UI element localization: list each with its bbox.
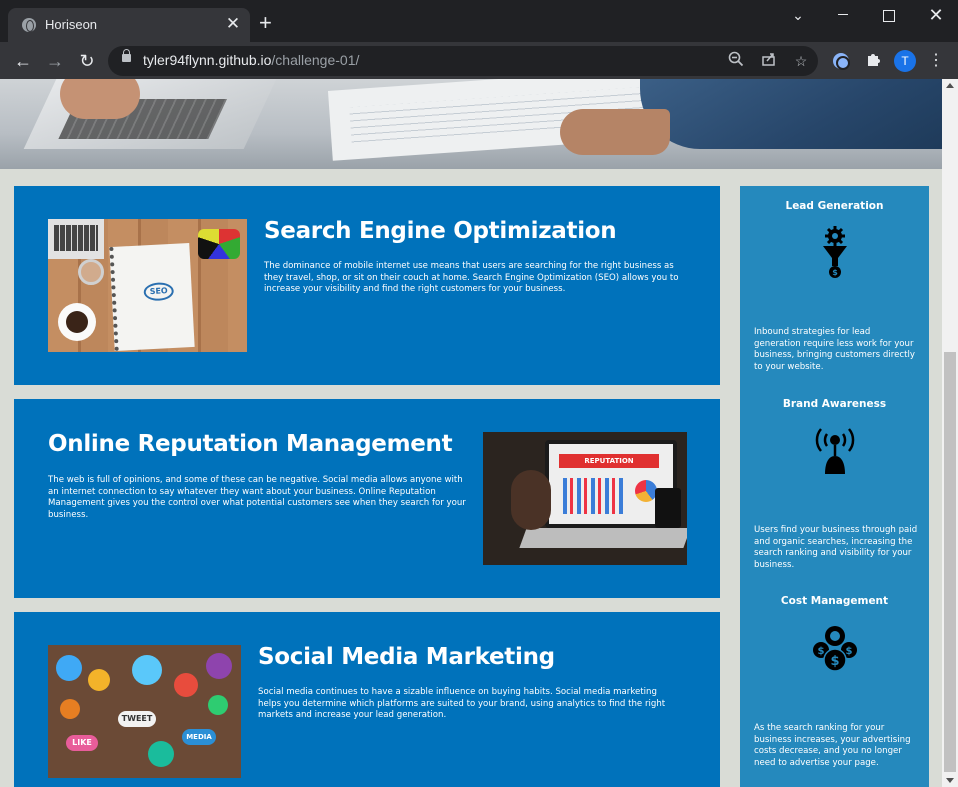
seo-badge: SEO bbox=[143, 281, 175, 302]
zoom-icon[interactable] bbox=[726, 51, 746, 71]
reputation-banner: REPUTATION bbox=[559, 454, 659, 468]
browser-toolbar: ← → ↻ tyler94flynn.github.io/challenge-0… bbox=[0, 42, 958, 79]
section-online-reputation: Online Reputation Management The web is … bbox=[14, 399, 720, 598]
section-body: The web is full of opinions, and some of… bbox=[48, 475, 466, 520]
section-body: The dominance of mobile internet use mea… bbox=[264, 261, 679, 294]
section-social-media: TWEET LIKE MEDIA Social Media Marketing … bbox=[14, 612, 720, 787]
social-bubble bbox=[56, 655, 82, 681]
minimize-button[interactable] bbox=[828, 4, 858, 26]
globe-icon bbox=[22, 18, 36, 32]
social-bubble bbox=[208, 695, 228, 715]
url-domain: tyler94flynn.github.io bbox=[143, 52, 272, 68]
back-arrow-icon[interactable]: ← bbox=[9, 47, 37, 75]
svg-text:$: $ bbox=[832, 268, 838, 277]
section-title: Online Reputation Management bbox=[48, 431, 453, 457]
seo-image: SEO bbox=[48, 219, 247, 352]
page-scrollbar[interactable] bbox=[942, 79, 958, 787]
bookmark-star-icon[interactable]: ☆ bbox=[791, 51, 811, 71]
benefit-title-lead-generation: Lead Generation bbox=[785, 200, 884, 212]
scroll-down-arrow-icon[interactable] bbox=[946, 778, 954, 783]
pie-graphic bbox=[635, 480, 657, 502]
social-media-image: TWEET LIKE MEDIA bbox=[48, 645, 241, 778]
seo-notebook: SEO bbox=[109, 242, 195, 352]
section-seo: SEO Search Engine Optimization The domin… bbox=[14, 186, 720, 385]
reload-icon[interactable]: ↻ bbox=[73, 47, 101, 75]
coffee-cup bbox=[58, 303, 96, 341]
hero-image bbox=[0, 79, 942, 169]
new-tab-button[interactable]: + bbox=[259, 12, 272, 34]
social-bubble bbox=[88, 669, 110, 691]
laptop-keyboard bbox=[519, 528, 687, 548]
benefit-body-lead-generation: Inbound strategies for lead generation r… bbox=[754, 327, 915, 372]
svg-text:$: $ bbox=[818, 646, 825, 657]
forward-arrow-icon[interactable]: → bbox=[41, 47, 69, 75]
url-path: /challenge-01/ bbox=[271, 52, 360, 68]
tab-strip: Horiseon ✕ + ⌄ ✕ bbox=[0, 0, 958, 42]
social-bubble bbox=[148, 741, 174, 767]
tab-close-icon[interactable]: ✕ bbox=[224, 15, 242, 33]
extension-clock-icon[interactable] bbox=[831, 51, 851, 71]
like-tag: LIKE bbox=[66, 735, 98, 751]
menu-kebab-icon[interactable]: ⋮ bbox=[928, 51, 944, 71]
social-bubble bbox=[206, 653, 232, 679]
media-tag: MEDIA bbox=[182, 729, 216, 745]
cloud-bubble bbox=[132, 655, 162, 685]
svg-text:$: $ bbox=[830, 654, 839, 669]
url-text[interactable]: tyler94flynn.github.io/challenge-01/ bbox=[143, 52, 359, 68]
benefit-body-brand-awareness: Users find your business through paid an… bbox=[754, 525, 918, 570]
address-bar[interactable]: tyler94flynn.github.io/challenge-01/ ☆ bbox=[108, 46, 818, 76]
pen-holder bbox=[198, 229, 240, 259]
tab-title: Horiseon bbox=[45, 17, 98, 32]
coffee-cup bbox=[655, 488, 681, 528]
benefit-title-brand-awareness: Brand Awareness bbox=[782, 398, 887, 410]
benefit-body-cost-management: As the search ranking for your business … bbox=[754, 723, 911, 768]
benefit-title-cost-management: Cost Management bbox=[780, 595, 889, 607]
section-body: Social media continues to have a sizable… bbox=[258, 687, 666, 720]
social-bubble bbox=[174, 673, 198, 697]
close-window-button[interactable]: ✕ bbox=[921, 4, 951, 26]
hero-arm bbox=[640, 79, 942, 149]
share-icon[interactable] bbox=[759, 51, 779, 71]
reputation-image: REPUTATION bbox=[483, 432, 687, 565]
extensions-puzzle-icon[interactable] bbox=[863, 51, 883, 71]
dollar-gears-icon: $ $ $ bbox=[807, 620, 863, 676]
tweet-tag: TWEET bbox=[118, 711, 156, 727]
bar-graphic bbox=[563, 478, 623, 514]
magnifier-icon bbox=[78, 259, 104, 285]
svg-text:$: $ bbox=[846, 646, 853, 657]
funnel-gear-icon: $ bbox=[807, 224, 863, 280]
social-bubble bbox=[60, 699, 80, 719]
tab-search-chevron-icon[interactable]: ⌄ bbox=[783, 4, 813, 26]
page-viewport: SEO Search Engine Optimization The domin… bbox=[0, 79, 958, 787]
benefits-aside: Lead Generation $ Inbound strategies for… bbox=[740, 186, 929, 787]
lock-icon[interactable] bbox=[122, 49, 131, 62]
maximize-button[interactable] bbox=[874, 4, 904, 26]
browser-tab[interactable]: Horiseon ✕ bbox=[8, 8, 250, 42]
scrollbar-thumb[interactable] bbox=[944, 352, 956, 772]
section-title: Social Media Marketing bbox=[258, 644, 555, 670]
hero-hand-right bbox=[560, 109, 670, 155]
broadcast-person-icon bbox=[807, 422, 863, 478]
profile-avatar[interactable]: T bbox=[894, 50, 916, 72]
scroll-up-arrow-icon[interactable] bbox=[946, 83, 954, 88]
hand-with-phone bbox=[511, 470, 551, 530]
section-title: Search Engine Optimization bbox=[264, 218, 617, 244]
hero-hand-left bbox=[60, 79, 140, 119]
seo-keyboard bbox=[48, 219, 104, 259]
